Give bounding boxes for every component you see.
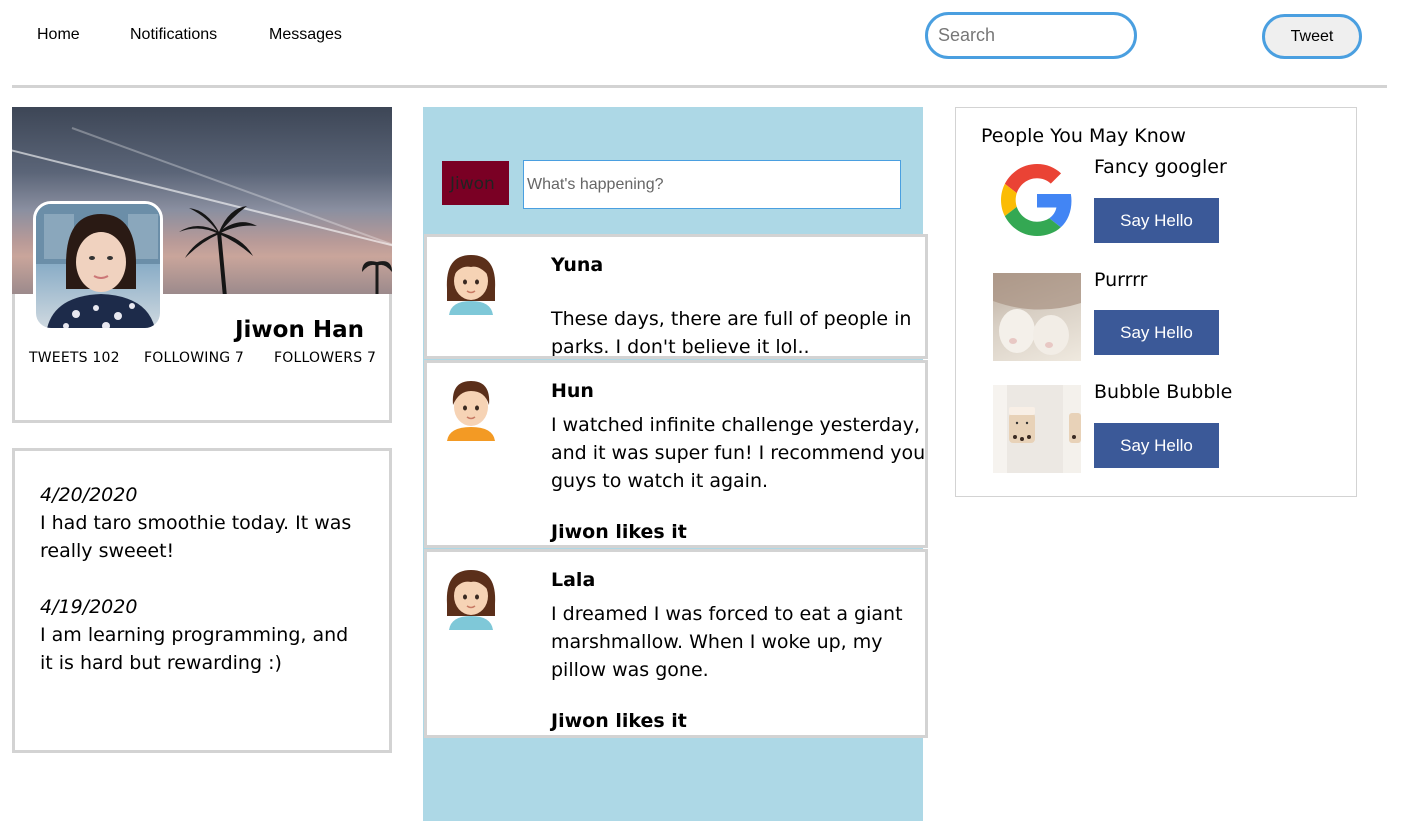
palm-tree-icon [179, 206, 257, 294]
person-photo-icon [36, 204, 160, 328]
compose-input[interactable] [523, 160, 901, 209]
people-you-may-know-card: People You May Know Fancy googler Say He… [955, 107, 1357, 497]
nav-divider [12, 85, 1387, 88]
tweet-text: These days, there are full of people in … [551, 308, 912, 358]
girl-avatar-icon [446, 255, 496, 315]
diary-date: 4/19/2020 [40, 596, 138, 618]
girl-avatar-icon [446, 570, 496, 630]
tweet-card[interactable]: Lala I dreamed I was forced to eat a gia… [424, 549, 928, 738]
compose-avatar: Jiwon [442, 161, 509, 205]
diary-date: 4/20/2020 [40, 484, 138, 506]
tweets-count[interactable]: TWEETS 102 [29, 350, 120, 366]
search-input[interactable] [925, 12, 1137, 59]
say-hello-button[interactable]: Say Hello [1094, 310, 1219, 355]
tweet-author[interactable]: Yuna [551, 254, 603, 276]
person-name[interactable]: Purrrr [1094, 269, 1147, 291]
say-hello-button[interactable]: Say Hello [1094, 198, 1219, 243]
tweet-author[interactable]: Hun [551, 380, 594, 402]
nav-home-link[interactable]: Home [37, 26, 80, 44]
cat-photo-icon [993, 273, 1081, 361]
tweet-button[interactable]: Tweet [1262, 14, 1362, 59]
tweet-likes: Jiwon likes it [551, 521, 687, 543]
tweet-likes: Jiwon likes it [551, 710, 687, 732]
followers-count[interactable]: FOLLOWERS 7 [274, 350, 376, 366]
pymk-title: People You May Know [981, 125, 1186, 147]
diary-text: I had taro smoothie today. It was really… [40, 512, 352, 562]
following-count[interactable]: FOLLOWING 7 [144, 350, 244, 366]
nav-messages-link[interactable]: Messages [269, 26, 342, 44]
diary-card: 4/20/2020 I had taro smoothie today. It … [12, 448, 392, 753]
bubble-tea-icon [993, 385, 1081, 473]
diary-entry: 4/19/2020 I am learning programming, and… [40, 593, 364, 677]
boy-avatar-icon [447, 381, 495, 441]
profile-name: Jiwon Han [234, 317, 364, 343]
nav-notifications-link[interactable]: Notifications [130, 26, 217, 44]
tree-silhouette-icon [362, 261, 392, 294]
person-name[interactable]: Bubble Bubble [1094, 381, 1232, 403]
tweet-text: I dreamed I was forced to eat a giant ma… [551, 603, 903, 681]
diary-text: I am learning programming, and it is har… [40, 624, 349, 674]
profile-avatar[interactable] [33, 201, 163, 331]
diary-entry: 4/20/2020 I had taro smoothie today. It … [40, 481, 364, 565]
say-hello-button[interactable]: Say Hello [1094, 423, 1219, 468]
person-name[interactable]: Fancy googler [1094, 156, 1227, 178]
tweet-card[interactable]: Hun I watched infinite challenge yesterd… [424, 360, 928, 548]
tweet-text: I watched infinite challenge yesterday, … [551, 414, 926, 492]
tweet-card[interactable]: Yuna These days, there are full of peopl… [424, 234, 928, 359]
tweet-author[interactable]: Lala [551, 569, 595, 591]
google-logo-icon [1001, 164, 1073, 236]
profile-card: Jiwon Han TWEETS 102 FOLLOWING 7 FOLLOWE… [12, 107, 392, 423]
